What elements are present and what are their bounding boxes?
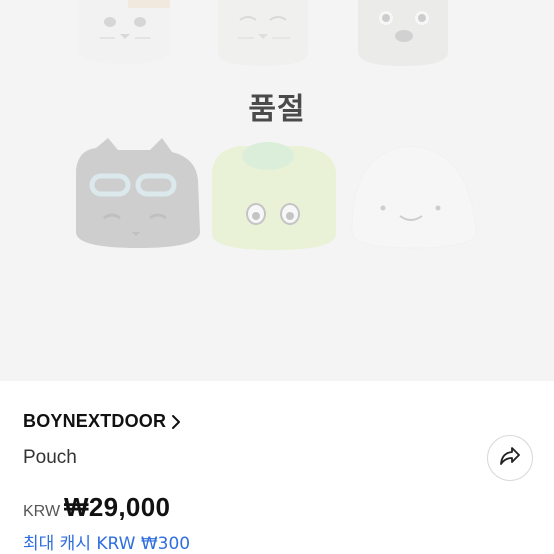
share-button[interactable] — [487, 435, 533, 481]
chevron-right-icon — [170, 414, 182, 430]
share-arrow-icon — [499, 446, 521, 471]
price: ₩29,000 — [64, 492, 171, 522]
currency-label: KRW — [23, 503, 61, 520]
brand-name: BOYNEXTDOOR — [23, 411, 167, 431]
max-cash-reward: 최대 캐시 KRW ₩300 — [23, 534, 191, 554]
product-image[interactable]: 품절 — [0, 0, 554, 381]
brand-link[interactable]: BOYNEXTDOOR — [23, 411, 182, 432]
price-row: KRW ₩29,000 — [23, 492, 170, 523]
soldout-label: 품절 — [248, 92, 306, 127]
product-name: Pouch — [23, 447, 77, 468]
soldout-overlay — [0, 0, 554, 381]
